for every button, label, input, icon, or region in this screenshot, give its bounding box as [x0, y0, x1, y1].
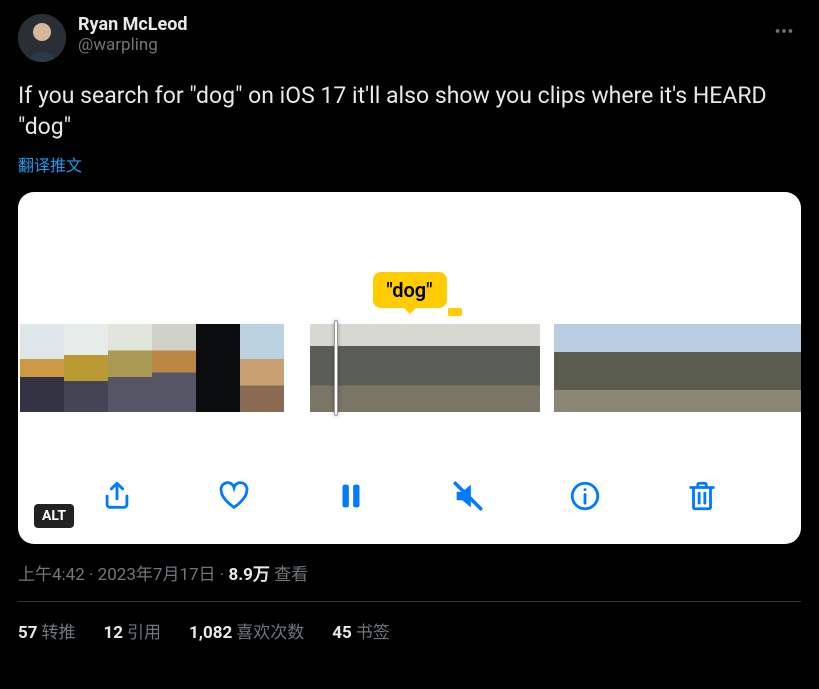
speaker-muted-icon: [451, 479, 485, 513]
info-button[interactable]: [563, 474, 607, 518]
like-button[interactable]: [212, 474, 256, 518]
likes-count: 1,082: [189, 623, 232, 643]
search-tooltip: "dog": [372, 272, 446, 308]
clip-thumbnail: [494, 324, 540, 412]
tweet-text: If you search for "dog" on iOS 17 it'll …: [18, 80, 801, 142]
retweets-label: 转推: [42, 623, 76, 643]
likes-stat[interactable]: 1,082喜欢次数: [189, 618, 304, 643]
clip-thumbnail: [20, 324, 64, 412]
quotes-label: 引用: [127, 623, 161, 643]
media-toolbar: [18, 474, 801, 518]
pause-button[interactable]: [329, 474, 373, 518]
trash-icon: [685, 479, 719, 513]
clip-thumbnail: [196, 324, 240, 412]
author-name[interactable]: Ryan McLeod: [78, 14, 188, 35]
clip-thumbnail: [774, 324, 801, 412]
tweet-time[interactable]: 上午4:42: [18, 565, 85, 585]
clip-thumbnail: [686, 324, 730, 412]
quotes-stat[interactable]: 12引用: [104, 618, 162, 643]
quotes-count: 12: [104, 623, 124, 643]
tweet-date[interactable]: 2023年7月17日: [98, 565, 216, 585]
clip-group[interactable]: [20, 324, 284, 412]
tweet-container: Ryan McLeod @warpling If you search for …: [0, 0, 819, 657]
retweets-stat[interactable]: 57转推: [18, 618, 76, 643]
tweet-header: Ryan McLeod @warpling: [18, 14, 801, 62]
delete-button[interactable]: [680, 474, 724, 518]
bookmarks-label: 书签: [356, 623, 390, 643]
alt-badge[interactable]: ALT: [34, 504, 74, 528]
likes-label: 喜欢次数: [236, 623, 304, 643]
clip-thumbnail: [554, 324, 598, 412]
share-button[interactable]: [95, 474, 139, 518]
playhead-marker: [448, 308, 462, 316]
clip-thumbnail: [310, 324, 356, 412]
pause-icon: [334, 479, 368, 513]
author-block: Ryan McLeod @warpling: [78, 14, 188, 55]
playhead[interactable]: [334, 320, 338, 416]
views-label: 查看: [274, 565, 308, 585]
clip-thumbnail: [642, 324, 686, 412]
clip-thumbnail: [64, 324, 108, 412]
bookmarks-count: 45: [332, 623, 352, 643]
tweet-stats: 57转推 12引用 1,082喜欢次数 45书签: [18, 602, 801, 643]
bookmarks-stat[interactable]: 45书签: [332, 618, 390, 643]
views-count[interactable]: 8.9万: [228, 565, 269, 585]
more-options-button[interactable]: [767, 14, 801, 48]
clip-group[interactable]: [310, 324, 528, 412]
heart-icon: [217, 479, 251, 513]
clip-thumbnail: [598, 324, 642, 412]
clip-group[interactable]: [554, 324, 801, 412]
clip-thumbnail: [402, 324, 448, 412]
clip-thumbnail: [448, 324, 494, 412]
share-icon: [100, 479, 134, 513]
tweet-meta: 上午4:42 · 2023年7月17日 · 8.9万 查看: [18, 560, 801, 585]
mute-button[interactable]: [446, 474, 490, 518]
video-timeline[interactable]: [18, 324, 801, 412]
clip-thumbnail: [152, 324, 196, 412]
clip-thumbnail: [356, 324, 402, 412]
clip-thumbnail: [240, 324, 284, 412]
ellipsis-icon: [773, 20, 795, 42]
translate-link[interactable]: 翻译推文: [18, 152, 801, 176]
clip-thumbnail: [108, 324, 152, 412]
media-attachment[interactable]: "dog": [18, 192, 801, 544]
avatar[interactable]: [18, 14, 66, 62]
author-handle[interactable]: @warpling: [78, 35, 188, 55]
retweets-count: 57: [18, 623, 38, 643]
clip-thumbnail: [730, 324, 774, 412]
info-icon: [568, 479, 602, 513]
